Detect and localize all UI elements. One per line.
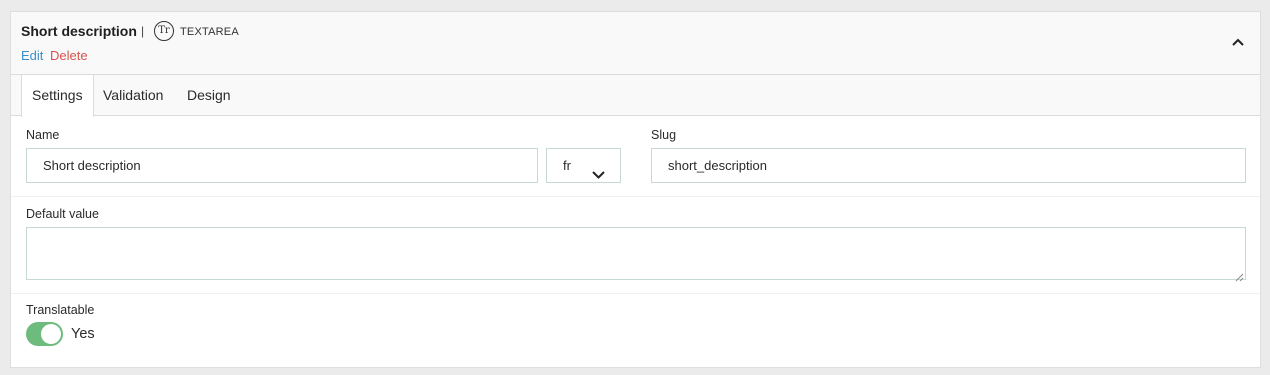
- translatable-toggle[interactable]: [26, 322, 63, 346]
- row-divider: [11, 293, 1260, 294]
- translatable-state: Yes: [71, 326, 95, 342]
- title-separator: |: [141, 24, 145, 38]
- default-value-label: Default value: [26, 207, 99, 221]
- tab-settings[interactable]: Settings: [21, 75, 94, 117]
- default-value-textarea[interactable]: [26, 227, 1246, 282]
- translatable-label: Translatable: [26, 303, 95, 317]
- row-divider: [11, 196, 1260, 197]
- chevron-down-icon: [592, 160, 605, 179]
- tab-validation[interactable]: Validation: [103, 75, 163, 116]
- field-panel: Short description | Tr TEXTAREA Edit Del…: [10, 11, 1261, 368]
- field-title: Short description: [21, 23, 137, 39]
- language-select[interactable]: fr: [546, 148, 621, 183]
- tab-bar: Settings Validation Design: [11, 75, 1260, 117]
- edit-link[interactable]: Edit: [21, 48, 43, 63]
- language-value: fr: [563, 158, 571, 173]
- delete-link[interactable]: Delete: [50, 48, 88, 63]
- name-input[interactable]: Short description: [26, 148, 538, 183]
- slug-label: Slug: [651, 128, 677, 142]
- toggle-knob: [41, 324, 61, 344]
- field-type-label: TEXTAREA: [180, 26, 239, 38]
- chevron-up-icon[interactable]: [1230, 34, 1246, 50]
- resize-grip-icon[interactable]: [1235, 269, 1244, 282]
- slug-input[interactable]: short_description: [651, 148, 1246, 183]
- name-label: Name: [26, 128, 60, 142]
- tab-design[interactable]: Design: [187, 75, 231, 116]
- text-type-icon: Tr: [154, 21, 174, 41]
- field-header: Short description | Tr TEXTAREA Edit Del…: [11, 12, 1260, 75]
